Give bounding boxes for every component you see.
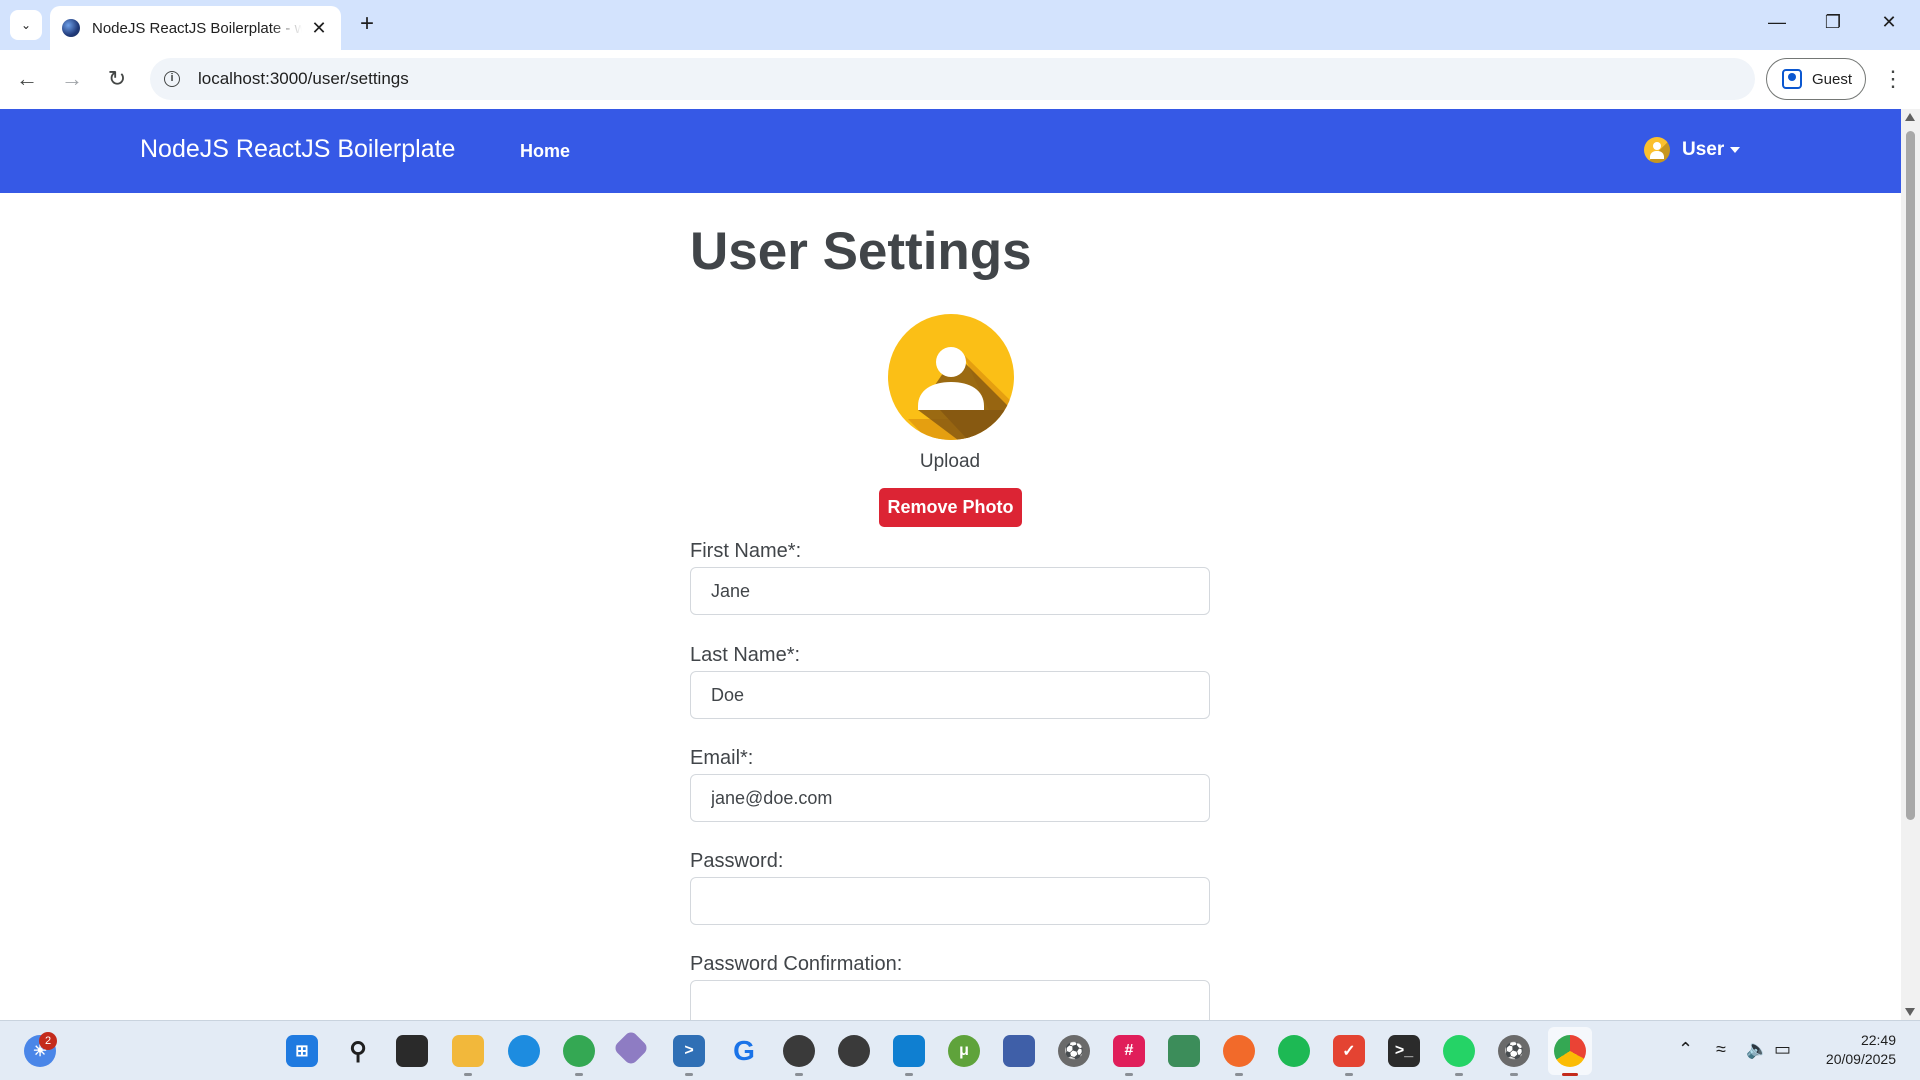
chatgpt-icon[interactable]: [783, 1035, 815, 1067]
running-indicator: [1125, 1073, 1133, 1076]
first-name-group: First Name*:: [690, 540, 1210, 615]
upload-photo-link[interactable]: Upload: [690, 451, 1210, 473]
soccer-manager-icon[interactable]: ⚽: [1498, 1035, 1530, 1067]
user-avatar-icon: [1644, 137, 1670, 163]
password-confirmation-field[interactable]: [690, 980, 1210, 1020]
running-indicator: [1510, 1073, 1518, 1076]
todoist-icon[interactable]: ✓: [1333, 1035, 1365, 1067]
git-icon[interactable]: [612, 1029, 650, 1067]
profile-label: Guest: [1812, 70, 1853, 88]
clock-time: 22:49: [1860, 1032, 1896, 1048]
task-view-icon[interactable]: [396, 1035, 428, 1067]
wifi-icon[interactable]: ≈: [1716, 1039, 1726, 1060]
search-icon[interactable]: ⚲: [342, 1035, 374, 1067]
file-explorer-icon[interactable]: [452, 1035, 484, 1067]
app-navbar: NodeJS ReactJS Boilerplate Home User: [0, 109, 1901, 193]
terminal-icon[interactable]: >_: [1388, 1035, 1420, 1067]
spotify-icon[interactable]: [1278, 1035, 1310, 1067]
forward-arrow-icon[interactable]: →: [57, 64, 87, 94]
browser-toolbar: ← → ↻ i localhost:3000/user/settings Gue…: [0, 50, 1920, 109]
password-confirmation-group: Password Confirmation:: [690, 953, 1210, 1020]
active-running-indicator: [1562, 1073, 1578, 1076]
profile-guest-button[interactable]: Guest: [1766, 58, 1866, 100]
network-icon[interactable]: [1003, 1035, 1035, 1067]
email-field[interactable]: [690, 774, 1210, 822]
openai-icon[interactable]: [838, 1035, 870, 1067]
user-menu-label: User: [1682, 139, 1725, 160]
scroll-down-arrow-icon[interactable]: [1905, 1008, 1915, 1016]
utorrent-icon[interactable]: μ: [948, 1035, 980, 1067]
minimize-icon[interactable]: —: [1764, 12, 1790, 38]
logitech-icon[interactable]: G: [728, 1035, 760, 1067]
running-indicator: [1345, 1073, 1353, 1076]
last-name-field[interactable]: [690, 671, 1210, 719]
notification-badge: 2: [39, 1032, 57, 1050]
tray-chevron-up-icon[interactable]: ⌃: [1678, 1039, 1693, 1060]
profile-photo[interactable]: [888, 314, 1014, 440]
page-viewport: NodeJS ReactJS Boilerplate Home User Use…: [0, 109, 1920, 1020]
running-indicator: [685, 1073, 693, 1076]
tab-title: NodeJS ReactJS Boilerplate - w: [92, 19, 302, 37]
password-label: Password:: [690, 850, 784, 872]
running-indicator: [795, 1073, 803, 1076]
tab-close-icon[interactable]: ✕: [309, 18, 329, 39]
browser-tab-active[interactable]: NodeJS ReactJS Boilerplate - w ✕: [50, 6, 341, 50]
docker-icon[interactable]: [508, 1035, 540, 1067]
slack-icon[interactable]: #: [1113, 1035, 1145, 1067]
battery-icon[interactable]: ▭: [1774, 1039, 1791, 1060]
settings-form-container: User Settings Upload Remove Photo First …: [690, 193, 1210, 1020]
new-tab-plus-icon[interactable]: +: [354, 12, 380, 38]
powershell-icon[interactable]: >: [673, 1035, 705, 1067]
running-indicator: [464, 1073, 472, 1076]
running-indicator: [1235, 1073, 1243, 1076]
last-name-label: Last Name*:: [690, 644, 801, 666]
password-group: Password:: [690, 850, 1210, 925]
caret-down-icon: [1730, 147, 1741, 153]
restore-icon[interactable]: ❐: [1820, 12, 1846, 38]
profile-icon: [1782, 69, 1802, 89]
compass-icon[interactable]: [1223, 1035, 1255, 1067]
window-close-icon[interactable]: ✕: [1876, 12, 1902, 38]
running-indicator: [1455, 1073, 1463, 1076]
running-indicator: [905, 1073, 913, 1076]
browser-menu-icon[interactable]: ⋮: [1880, 64, 1906, 94]
system-clock[interactable]: 22:49 20/09/2025: [1800, 1031, 1896, 1069]
first-name-field[interactable]: [690, 567, 1210, 615]
site-info-icon[interactable]: i: [164, 71, 180, 87]
whatsapp-icon[interactable]: [1443, 1035, 1475, 1067]
reload-icon[interactable]: ↻: [102, 64, 132, 94]
tab-search-chevron-icon[interactable]: ⌄: [10, 10, 42, 40]
remove-photo-button[interactable]: Remove Photo: [879, 488, 1022, 527]
address-bar[interactable]: i localhost:3000/user/settings: [150, 58, 1755, 100]
first-name-label: First Name*:: [690, 540, 802, 562]
chrome-icon[interactable]: [1554, 1035, 1586, 1067]
back-arrow-icon[interactable]: ←: [12, 64, 42, 94]
user-silhouette-icon: [888, 314, 1014, 440]
page-scrollbar[interactable]: [1901, 109, 1920, 1020]
user-dropdown-toggle[interactable]: User: [1644, 137, 1741, 163]
scroll-up-arrow-icon[interactable]: [1905, 113, 1915, 121]
volume-icon[interactable]: 🔈: [1746, 1039, 1768, 1060]
clock-date: 20/09/2025: [1825, 1051, 1896, 1067]
email-label: Email*:: [690, 747, 754, 769]
email-group: Email*:: [690, 747, 1210, 822]
last-name-group: Last Name*:: [690, 644, 1210, 719]
password-confirmation-label: Password Confirmation:: [690, 953, 903, 975]
windows-start-icon[interactable]: ⊞: [286, 1035, 318, 1067]
chrome-profile-icon[interactable]: [563, 1035, 595, 1067]
soccer-icon[interactable]: ⚽: [1058, 1035, 1090, 1067]
running-indicator: [575, 1073, 583, 1076]
browser-tab-strip: ⌄ NodeJS ReactJS Boilerplate - w ✕ + — ❐…: [0, 0, 1920, 50]
translator-icon[interactable]: [1168, 1035, 1200, 1067]
windows-taskbar: ☀ 2 ⊞ ⚲ > G μ ⚽ # ✓ >_ ⚽ ⌃ ≈ 🔈 ▭ 22:49 2…: [0, 1020, 1920, 1080]
password-field[interactable]: [690, 877, 1210, 925]
page-title: User Settings: [690, 222, 1032, 281]
nav-home-link[interactable]: Home: [520, 141, 570, 162]
globe-favicon-icon: [62, 19, 80, 37]
url-text: localhost:3000/user/settings: [198, 69, 409, 88]
navbar-brand[interactable]: NodeJS ReactJS Boilerplate: [140, 135, 455, 164]
scrollbar-thumb[interactable]: [1906, 131, 1915, 820]
vscode-icon[interactable]: [893, 1035, 925, 1067]
